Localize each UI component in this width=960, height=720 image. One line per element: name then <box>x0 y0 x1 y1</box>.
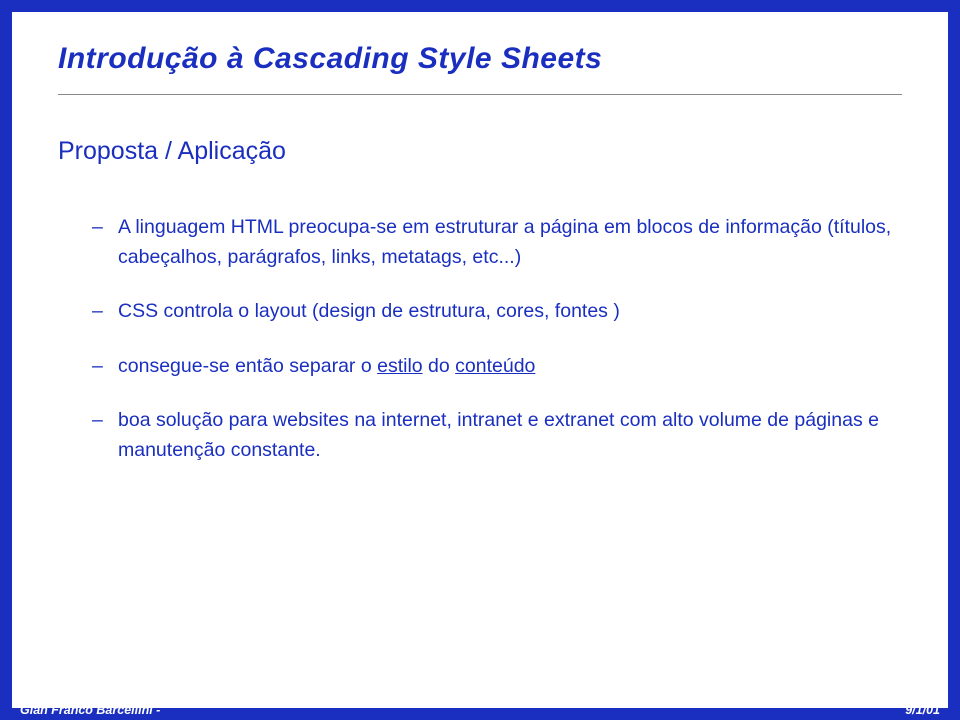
bullet-text-mid: do <box>423 355 456 377</box>
slide-title: Introdução à Cascading Style Sheets <box>58 42 902 76</box>
bullet-text-pre: consegue-se então separar o <box>118 355 377 377</box>
bullet-list: A linguagem HTML preocupa-se em estrutur… <box>58 212 902 465</box>
bullet-item: boa solução para websites na internet, i… <box>92 405 902 465</box>
title-divider <box>58 94 902 95</box>
bullet-item: CSS controla o layout (design de estrutu… <box>92 296 902 326</box>
bullet-item: A linguagem HTML preocupa-se em estrutur… <box>92 212 902 272</box>
footer-author: Gian Franco Barcellini - <box>20 703 160 717</box>
slide-footer: Gian Franco Barcellini - 9/1/01 <box>12 700 948 720</box>
bullet-underline-conteudo: conteúdo <box>455 355 535 377</box>
slide-subheading: Proposta / Aplicação <box>58 137 902 166</box>
slide: Introdução à Cascading Style Sheets Prop… <box>12 12 948 708</box>
bullet-item: consegue-se então separar o estilo do co… <box>92 351 902 381</box>
footer-date: 9/1/01 <box>905 703 940 717</box>
bullet-underline-estilo: estilo <box>377 355 423 377</box>
